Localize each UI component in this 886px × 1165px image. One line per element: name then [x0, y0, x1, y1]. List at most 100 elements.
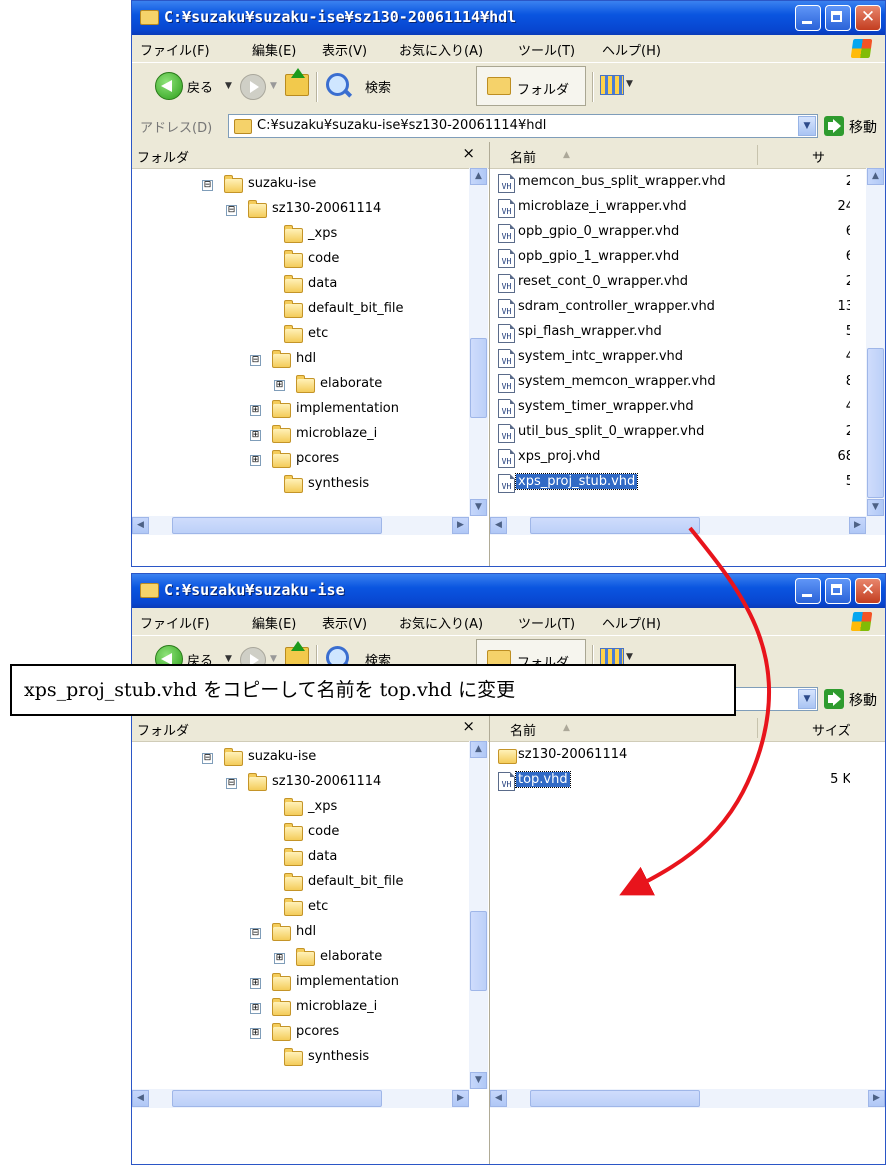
scroll-left-icon[interactable]: ◀	[132, 1090, 149, 1107]
folder-pane-hscroll[interactable]: ◀ ▶	[132, 1089, 469, 1108]
forward-arrow-icon[interactable]	[240, 74, 266, 100]
tree-node[interactable]: data	[132, 274, 469, 298]
file-row[interactable]: VHmemcon_bus_split_wrapper.vhd 2	[498, 172, 850, 196]
menu-item[interactable]: お気に入り(A)	[399, 613, 483, 632]
tree-node[interactable]: ⊞ elaborate	[132, 374, 469, 398]
tree-node[interactable]: ⊞ microblaze_i	[132, 997, 469, 1021]
search-button-label[interactable]: 検索	[365, 77, 391, 96]
column-name[interactable]: 名前	[510, 720, 536, 739]
tree-node[interactable]: ⊞ implementation	[132, 399, 469, 423]
title-bar[interactable]: C:¥suzaku¥suzaku-ise	[132, 574, 885, 608]
forward-dropdown-icon[interactable]: ▼	[270, 654, 277, 664]
tree-toggle-icon[interactable]: ⊟	[226, 778, 237, 789]
tree-node[interactable]: ⊟ hdl	[132, 922, 469, 946]
go-button-label[interactable]: 移動	[849, 690, 877, 710]
file-row[interactable]: VHsystem_intc_wrapper.vhd 4	[498, 347, 850, 371]
menu-item[interactable]: 編集(E)	[252, 40, 296, 59]
tree-node[interactable]: data	[132, 847, 469, 871]
file-row[interactable]: VHopb_gpio_1_wrapper.vhd 6	[498, 247, 850, 271]
minimize-button[interactable]	[795, 578, 821, 604]
tree-node[interactable]: code	[132, 249, 469, 273]
column-size[interactable]: サイズ	[812, 720, 851, 739]
scroll-left-icon[interactable]: ◀	[490, 517, 507, 534]
tree-node[interactable]: etc	[132, 324, 469, 348]
search-icon[interactable]	[326, 73, 349, 96]
go-arrow-icon[interactable]	[824, 689, 844, 709]
maximize-button[interactable]	[825, 578, 851, 604]
tree-node[interactable]: ⊞ microblaze_i	[132, 424, 469, 448]
tree-node[interactable]: ⊟ hdl	[132, 349, 469, 373]
scroll-left-icon[interactable]: ◀	[132, 517, 149, 534]
scroll-down-icon[interactable]: ▼	[867, 499, 884, 516]
tree-node[interactable]: ⊟ sz130-20061114	[132, 772, 469, 796]
scroll-thumb[interactable]	[172, 517, 382, 534]
scroll-down-icon[interactable]: ▼	[470, 1072, 487, 1089]
file-row[interactable]: sz130-20061114	[498, 745, 850, 769]
minimize-button[interactable]	[795, 5, 821, 31]
up-folder-icon[interactable]	[285, 68, 309, 96]
back-dropdown-icon[interactable]: ▼	[225, 654, 232, 664]
maximize-button[interactable]	[825, 5, 851, 31]
file-row[interactable]: VHtop.vhd 5 KB	[498, 770, 850, 794]
scroll-down-icon[interactable]: ▼	[470, 499, 487, 516]
address-input[interactable]: C:¥suzaku¥suzaku-ise¥sz130-20061114¥hdl ▼	[228, 114, 818, 138]
tree-node[interactable]: default_bit_file	[132, 299, 469, 323]
menu-item[interactable]: ツール(T)	[518, 613, 575, 632]
file-list-hscroll[interactable]: ◀ ▶	[490, 1089, 885, 1108]
column-size[interactable]: サ	[812, 147, 825, 166]
scroll-right-icon[interactable]: ▶	[868, 1090, 885, 1107]
tree-toggle-icon[interactable]: ⊟	[202, 180, 213, 191]
views-icon[interactable]	[600, 75, 624, 95]
tree-node[interactable]: ⊞ elaborate	[132, 947, 469, 971]
file-row[interactable]: VHxps_proj.vhd 68	[498, 447, 850, 471]
menu-item[interactable]: ヘルプ(H)	[602, 613, 661, 632]
scroll-thumb[interactable]	[530, 1090, 700, 1107]
column-separator[interactable]	[757, 718, 758, 738]
close-button[interactable]	[855, 578, 881, 604]
tree-node[interactable]: synthesis	[132, 474, 469, 498]
tree-toggle-icon[interactable]: ⊞	[274, 953, 285, 964]
scroll-thumb[interactable]	[172, 1090, 382, 1107]
tree-toggle-icon[interactable]: ⊞	[250, 430, 261, 441]
tree-toggle-icon[interactable]: ⊞	[250, 1028, 261, 1039]
go-button-label[interactable]: 移動	[849, 117, 877, 137]
tree-toggle-icon[interactable]: ⊟	[250, 928, 261, 939]
close-button[interactable]	[855, 5, 881, 31]
menu-item[interactable]: ファイル(F)	[140, 613, 210, 632]
column-name[interactable]: 名前	[510, 147, 536, 166]
menu-item[interactable]: お気に入り(A)	[399, 40, 483, 59]
scroll-right-icon[interactable]: ▶	[452, 517, 469, 534]
tree-toggle-icon[interactable]: ⊞	[250, 405, 261, 416]
tree-node[interactable]: synthesis	[132, 1047, 469, 1071]
tree-node[interactable]: ⊟ suzaku-ise	[132, 747, 469, 771]
scroll-thumb[interactable]	[470, 911, 487, 991]
file-list-vscroll[interactable]: ▲ ▼	[866, 168, 885, 516]
scroll-thumb[interactable]	[470, 338, 487, 418]
menu-item[interactable]: ヘルプ(H)	[602, 40, 661, 59]
scroll-up-icon[interactable]: ▲	[470, 168, 487, 185]
menu-item[interactable]: 編集(E)	[252, 613, 296, 632]
scroll-right-icon[interactable]: ▶	[452, 1090, 469, 1107]
scroll-thumb[interactable]	[867, 348, 884, 498]
tree-node[interactable]: _xps	[132, 224, 469, 248]
file-list-hscroll[interactable]: ◀ ▶	[490, 516, 885, 535]
file-row[interactable]: VHsystem_memcon_wrapper.vhd 8	[498, 372, 850, 396]
back-dropdown-icon[interactable]: ▼	[225, 81, 232, 91]
back-arrow-icon[interactable]	[155, 72, 183, 100]
tree-node[interactable]: ⊟ suzaku-ise	[132, 174, 469, 198]
address-dropdown-icon[interactable]: ▼	[798, 116, 816, 136]
views-dropdown-icon[interactable]: ▼	[626, 79, 633, 89]
scroll-left-icon[interactable]: ◀	[490, 1090, 507, 1107]
folders-button[interactable]: フォルダ	[476, 66, 586, 106]
menu-item[interactable]: 表示(V)	[322, 40, 367, 59]
file-row[interactable]: VHspi_flash_wrapper.vhd 5	[498, 322, 850, 346]
title-bar[interactable]: C:¥suzaku¥suzaku-ise¥sz130-20061114¥hdl	[132, 1, 885, 35]
tree-toggle-icon[interactable]: ⊞	[250, 1003, 261, 1014]
address-dropdown-icon[interactable]: ▼	[798, 689, 816, 709]
folder-pane-vscroll[interactable]: ▲ ▼	[469, 741, 488, 1089]
scroll-up-icon[interactable]: ▲	[867, 168, 884, 185]
file-row[interactable]: VHopb_gpio_0_wrapper.vhd 6	[498, 222, 850, 246]
file-row[interactable]: VHmicroblaze_i_wrapper.vhd 24	[498, 197, 850, 221]
menu-item[interactable]: 表示(V)	[322, 613, 367, 632]
file-row[interactable]: VHreset_cont_0_wrapper.vhd 2	[498, 272, 850, 296]
